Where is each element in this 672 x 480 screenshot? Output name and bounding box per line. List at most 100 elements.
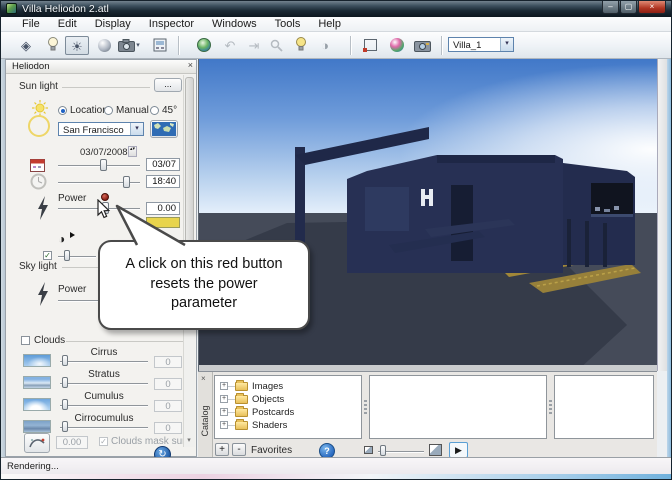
- date-slider-track[interactable]: [58, 165, 140, 167]
- remove-favorite-button[interactable]: -: [232, 443, 246, 456]
- radio-manual-label: Manual: [116, 105, 149, 116]
- tree-item-shaders[interactable]: + Shaders: [220, 418, 287, 431]
- stratus-slider-thumb[interactable]: [62, 377, 68, 388]
- thumbnail-size-large-icon[interactable]: [429, 444, 442, 456]
- heliodon-tool-icon[interactable]: ☀: [65, 36, 89, 55]
- cumulus-slider-track[interactable]: [60, 405, 148, 407]
- window-bottom-border: [1, 474, 671, 479]
- clouds-checkbox[interactable]: [21, 336, 30, 345]
- sky-mini-slider-thumb[interactable]: [64, 250, 70, 261]
- tree-line: [228, 424, 235, 426]
- date-slider-thumb[interactable]: [100, 159, 107, 171]
- thumbnail-size-small-icon[interactable]: [364, 446, 373, 454]
- menu-help[interactable]: Help: [309, 18, 350, 30]
- wind-button[interactable]: [24, 433, 50, 453]
- date-spinner-buttons[interactable]: ▴▾: [128, 146, 137, 157]
- tree-label[interactable]: Objects: [252, 394, 284, 405]
- stratus-value-field[interactable]: [154, 378, 182, 390]
- materials-tool-icon[interactable]: [386, 36, 408, 55]
- light-on-tool-icon[interactable]: [290, 36, 312, 55]
- tree-item-objects[interactable]: + Objects: [220, 392, 284, 405]
- shaders-tool-icon[interactable]: ◈: [15, 36, 37, 55]
- cirrus-value-field[interactable]: [154, 356, 182, 368]
- tree-label[interactable]: Postcards: [252, 407, 294, 418]
- cirrocumulus-slider-track[interactable]: [60, 427, 148, 429]
- frame-tool-icon[interactable]: [359, 36, 381, 55]
- menu-inspector[interactable]: Inspector: [140, 18, 203, 30]
- tree-item-postcards[interactable]: + Postcards: [220, 405, 294, 418]
- menu-windows[interactable]: Windows: [203, 18, 266, 30]
- sun-more-button[interactable]: ...: [154, 78, 182, 92]
- catalog-tab[interactable]: × Catalog: [198, 372, 213, 458]
- play-button[interactable]: ▶: [449, 442, 468, 458]
- light-tool-icon[interactable]: [42, 36, 64, 55]
- render-tool-icon[interactable]: [149, 36, 171, 55]
- cirrus-slider-thumb[interactable]: [62, 355, 68, 366]
- tree-label[interactable]: Images: [252, 381, 283, 392]
- insert-icon[interactable]: ⇥: [243, 36, 265, 55]
- cumulus-slider-thumb[interactable]: [62, 399, 68, 410]
- toolbar: ◈ ☀ ▾ ↶ ⇥ ◑ Villa_1 ▾: [1, 32, 671, 59]
- magnifier-icon: [270, 39, 283, 52]
- selection-frame-icon: [362, 39, 377, 52]
- expand-plus-icon[interactable]: +: [220, 382, 228, 390]
- toolbar-separator: [178, 36, 180, 55]
- cirrocumulus-slider-thumb[interactable]: [62, 421, 68, 432]
- cirrocumulus-value-field[interactable]: [154, 422, 182, 434]
- wind-value-field[interactable]: [56, 436, 88, 449]
- menu-file[interactable]: File: [13, 18, 49, 30]
- radio-location[interactable]: [58, 106, 67, 115]
- cumulus-value-field[interactable]: [154, 400, 182, 412]
- world-map-button[interactable]: [150, 120, 178, 138]
- radio-manual[interactable]: [104, 106, 113, 115]
- thumbnail-size-slider-thumb[interactable]: [380, 445, 386, 456]
- menu-edit[interactable]: Edit: [49, 18, 86, 30]
- minimize-button[interactable]: –: [602, 1, 619, 14]
- gradient-arrow-icon: [70, 232, 75, 238]
- objects-tool-icon[interactable]: [93, 36, 115, 55]
- cirrocumulus-thumbnail: [23, 420, 51, 433]
- pane-splitter[interactable]: [549, 400, 552, 414]
- expand-plus-icon[interactable]: +: [220, 408, 228, 416]
- title-bar: Villa Heliodon 2.atl – ▢ ×: [1, 1, 671, 17]
- stratus-slider-track[interactable]: [60, 383, 148, 385]
- sky-enable-checkbox[interactable]: ✓: [43, 251, 52, 260]
- camera-dropdown-arrow-icon[interactable]: ▾: [133, 36, 143, 55]
- menu-tools[interactable]: Tools: [266, 18, 310, 30]
- date-field[interactable]: [146, 158, 180, 171]
- tree-label[interactable]: Shaders: [252, 420, 287, 431]
- expand-plus-icon[interactable]: +: [220, 395, 228, 403]
- world-map-icon: [152, 122, 176, 136]
- time-field[interactable]: [146, 175, 180, 188]
- contrast-tool-icon[interactable]: ◑: [314, 36, 336, 55]
- radio-45deg[interactable]: [150, 106, 159, 115]
- sky-lightning-icon: [38, 282, 48, 306]
- chevron-down-icon: ▾: [500, 38, 513, 51]
- city-value: San Francisco: [63, 124, 124, 136]
- folder-icon: [235, 379, 248, 391]
- globe-tool-icon[interactable]: [193, 36, 215, 55]
- sky-power-label: Power: [58, 284, 87, 295]
- tree-item-images[interactable]: + Images: [220, 379, 283, 392]
- pane-splitter[interactable]: [364, 400, 367, 414]
- sky-light-label: Sky light: [19, 261, 57, 272]
- close-button[interactable]: ×: [638, 1, 666, 14]
- search-tool-icon[interactable]: [265, 36, 287, 55]
- panel-close-icon[interactable]: ×: [188, 60, 193, 70]
- city-dropdown[interactable]: San Francisco ▾: [58, 122, 144, 136]
- menu-display[interactable]: Display: [86, 18, 140, 30]
- spin-down-icon[interactable]: ▾: [133, 146, 136, 152]
- time-slider-thumb[interactable]: [123, 176, 130, 188]
- catalog-close-icon[interactable]: ×: [201, 374, 206, 383]
- scroll-down-icon[interactable]: ▾: [184, 436, 194, 446]
- snapshot-tool-icon[interactable]: [411, 36, 433, 55]
- date-spinner-value[interactable]: 03/07/2008: [80, 147, 128, 158]
- expand-plus-icon[interactable]: +: [220, 421, 228, 429]
- clouds-mask-sun-checkbox[interactable]: ✓: [99, 437, 108, 446]
- maximize-button[interactable]: ▢: [620, 1, 637, 14]
- view-selector-dropdown[interactable]: Villa_1 ▾: [448, 37, 514, 52]
- add-favorite-button[interactable]: +: [215, 443, 229, 456]
- undo-icon[interactable]: ↶: [219, 36, 241, 55]
- heliodon-panel-header[interactable]: Heliodon ×: [6, 60, 196, 74]
- cirrus-slider-track[interactable]: [60, 361, 148, 363]
